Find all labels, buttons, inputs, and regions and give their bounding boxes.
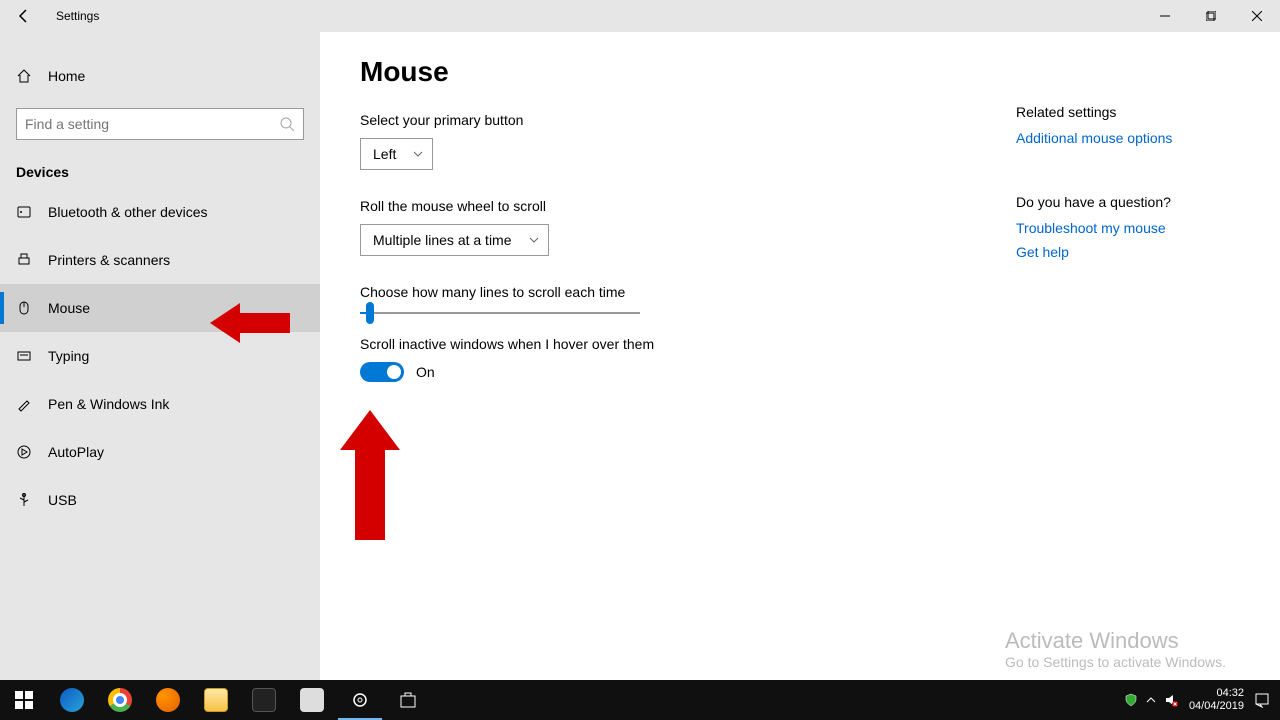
- taskbar-firefox[interactable]: [144, 680, 192, 720]
- lines-slider[interactable]: [360, 312, 640, 314]
- sidebar-item-autoplay[interactable]: AutoPlay: [0, 428, 320, 476]
- close-button[interactable]: [1234, 0, 1280, 32]
- dropdown-value: Left: [373, 146, 396, 162]
- search-icon: [279, 116, 295, 132]
- link-troubleshoot[interactable]: Troubleshoot my mouse: [1016, 220, 1256, 236]
- search-box[interactable]: [16, 108, 304, 140]
- chevron-down-icon: [528, 234, 540, 246]
- sidebar-item-label: Bluetooth & other devices: [48, 204, 208, 220]
- printer-icon: [16, 252, 32, 268]
- start-button[interactable]: [0, 680, 48, 720]
- maximize-button[interactable]: [1188, 0, 1234, 32]
- tray-volume-icon[interactable]: [1161, 680, 1181, 720]
- autoplay-icon: [16, 444, 32, 460]
- sidebar-item-pen[interactable]: Pen & Windows Ink: [0, 380, 320, 428]
- tray-clock[interactable]: 04:32 04/04/2019: [1189, 687, 1244, 713]
- activate-watermark: Activate Windows Go to Settings to activ…: [1005, 628, 1226, 670]
- titlebar: Settings: [0, 0, 1280, 32]
- sidebar-section-header: Devices: [0, 140, 320, 188]
- sidebar: Home Devices Bluetooth & other devices P…: [0, 32, 320, 680]
- taskbar-explorer[interactable]: [192, 680, 240, 720]
- minimize-button[interactable]: [1142, 0, 1188, 32]
- sidebar-item-label: Mouse: [48, 300, 90, 316]
- sidebar-item-label: USB: [48, 492, 77, 508]
- tray-time: 04:32: [1189, 687, 1244, 700]
- taskbar-store[interactable]: [384, 680, 432, 720]
- taskbar-app[interactable]: [288, 680, 336, 720]
- related-panel: Related settings Additional mouse option…: [1016, 104, 1256, 268]
- related-header: Related settings: [1016, 104, 1256, 120]
- activate-title: Activate Windows: [1005, 628, 1226, 654]
- primary-button-dropdown[interactable]: Left: [360, 138, 433, 170]
- tray-shield-icon[interactable]: [1121, 680, 1141, 720]
- sidebar-item-label: Printers & scanners: [48, 252, 170, 268]
- annotation-arrow-left: [210, 298, 290, 348]
- sidebar-item-label: AutoPlay: [48, 444, 104, 460]
- link-additional-mouse-options[interactable]: Additional mouse options: [1016, 130, 1256, 146]
- tray-notifications-icon[interactable]: [1252, 680, 1272, 720]
- slider-thumb[interactable]: [366, 302, 374, 324]
- scroll-inactive-toggle[interactable]: [360, 362, 404, 382]
- window-controls: [1142, 0, 1280, 32]
- scroll-inactive-label: Scroll inactive windows when I hover ove…: [360, 336, 1240, 352]
- dropdown-value: Multiple lines at a time: [373, 232, 512, 248]
- page-title: Mouse: [360, 56, 1240, 88]
- chevron-down-icon: [412, 148, 424, 160]
- question-header: Do you have a question?: [1016, 194, 1256, 210]
- link-get-help[interactable]: Get help: [1016, 244, 1256, 260]
- pen-icon: [16, 396, 32, 412]
- taskbar-edge[interactable]: [48, 680, 96, 720]
- back-button[interactable]: [0, 0, 48, 32]
- taskbar[interactable]: 04:32 04/04/2019: [0, 680, 1280, 720]
- tray-date: 04/04/2019: [1189, 700, 1244, 713]
- bluetooth-icon: [16, 204, 32, 220]
- sidebar-item-label: Pen & Windows Ink: [48, 396, 169, 412]
- taskbar-settings[interactable]: [336, 680, 384, 720]
- tray-up-icon[interactable]: [1141, 680, 1161, 720]
- home-icon: [16, 68, 32, 84]
- mouse-icon: [16, 300, 32, 316]
- sidebar-item-label: Typing: [48, 348, 89, 364]
- annotation-arrow-up: [340, 410, 400, 540]
- system-tray[interactable]: 04:32 04/04/2019: [1121, 680, 1280, 720]
- sidebar-item-bluetooth[interactable]: Bluetooth & other devices: [0, 188, 320, 236]
- usb-icon: [16, 492, 32, 508]
- sidebar-item-usb[interactable]: USB: [0, 476, 320, 524]
- sidebar-home[interactable]: Home: [0, 56, 320, 96]
- taskbar-terminal[interactable]: [240, 680, 288, 720]
- taskbar-chrome[interactable]: [96, 680, 144, 720]
- sidebar-item-printers[interactable]: Printers & scanners: [0, 236, 320, 284]
- lines-label: Choose how many lines to scroll each tim…: [360, 284, 1240, 300]
- keyboard-icon: [16, 348, 32, 364]
- roll-wheel-dropdown[interactable]: Multiple lines at a time: [360, 224, 549, 256]
- sidebar-home-label: Home: [48, 68, 85, 84]
- toggle-state-label: On: [416, 364, 435, 380]
- window-title: Settings: [56, 9, 99, 23]
- search-input[interactable]: [25, 116, 279, 132]
- activate-sub: Go to Settings to activate Windows.: [1005, 654, 1226, 670]
